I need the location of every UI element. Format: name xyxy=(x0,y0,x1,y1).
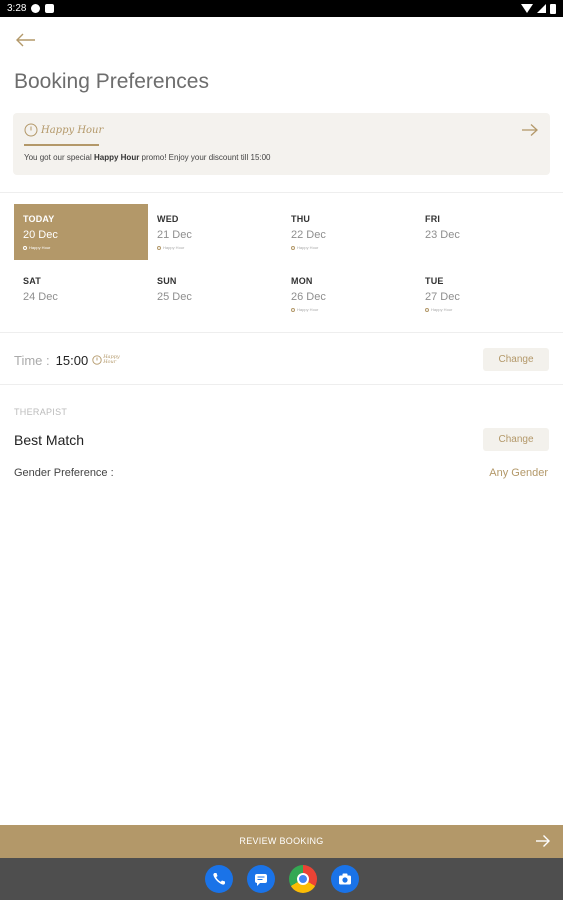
happy-hour-tag-label: Happy Hour xyxy=(297,307,319,312)
day-name: TODAY xyxy=(23,214,55,224)
happy-hour-mini-line2: Hour xyxy=(103,359,117,365)
therapist-section-label: THERAPIST xyxy=(14,407,68,417)
promo-badge: Happy Hour xyxy=(24,123,103,137)
happy-hour-tag: Happy Hour xyxy=(291,307,407,312)
promo-arrow-button[interactable] xyxy=(521,123,539,137)
day-date: 24 Dec xyxy=(23,291,58,303)
status-time: 3:28 xyxy=(7,3,27,14)
day-date: 22 Dec xyxy=(291,229,326,241)
day-date: 27 Dec xyxy=(425,291,460,303)
promo-underline xyxy=(24,144,99,146)
happy-hour-mini-text: Happy Hour xyxy=(103,355,120,365)
happy-hour-icon xyxy=(291,245,295,250)
happy-hour-tag: Happy Hour xyxy=(157,245,273,250)
day-date: 25 Dec xyxy=(157,291,192,303)
date-option-sat[interactable]: SAT 24 Dec xyxy=(14,266,148,322)
promo-text-bold: Happy Hour xyxy=(93,153,140,162)
time-value: 15:00 xyxy=(55,352,89,368)
divider xyxy=(0,384,563,385)
review-booking-label: REVIEW BOOKING xyxy=(239,836,324,846)
happy-hour-icon xyxy=(425,307,429,312)
promo-text-prefix: You got our special xyxy=(24,153,94,162)
happy-hour-tag-label: Happy Hour xyxy=(163,245,185,250)
notification-icon xyxy=(31,4,41,13)
date-option-wed[interactable]: WED 21 Dec Happy Hour xyxy=(148,204,282,260)
happy-hour-mini-badge: Happy Hour xyxy=(92,355,120,365)
time-row: Time : 15:00 Happy Hour xyxy=(14,348,549,372)
date-option-today[interactable]: TODAY 20 Dec Happy Hour xyxy=(14,204,148,260)
wifi-icon xyxy=(521,4,533,13)
messages-icon xyxy=(254,874,267,886)
day-name: FRI xyxy=(425,214,441,224)
signal-icon xyxy=(537,4,546,13)
review-booking-button[interactable]: REVIEW BOOKING xyxy=(0,825,563,858)
camera-icon xyxy=(338,873,351,885)
promo-text: You got our special Happy Hour promo! En… xyxy=(24,153,271,162)
happy-hour-icon xyxy=(157,245,161,250)
happy-hour-tag: Happy Hour xyxy=(291,245,407,250)
happy-hour-tag-label: Happy Hour xyxy=(297,245,319,250)
date-option-sun[interactable]: SUN 25 Dec xyxy=(148,266,282,322)
day-name: SAT xyxy=(23,276,41,286)
happy-hour-tag: Happy Hour xyxy=(23,245,139,250)
day-name: WED xyxy=(157,214,179,224)
phone-app-icon[interactable] xyxy=(204,865,233,893)
phone-icon xyxy=(212,873,225,885)
status-left: 3:28 xyxy=(7,3,55,14)
change-therapist-button[interactable]: Change xyxy=(483,428,549,451)
therapist-value: Best Match xyxy=(14,432,85,448)
day-name: THU xyxy=(291,214,311,224)
happy-hour-promo[interactable]: Happy Hour You got our special Happy Hou… xyxy=(13,113,550,175)
arrow-right-icon xyxy=(536,835,550,847)
day-name: SUN xyxy=(157,276,177,286)
messages-app-icon[interactable] xyxy=(246,865,275,893)
gender-preference-label: Gender Preference : xyxy=(14,467,114,479)
day-name: MON xyxy=(291,276,313,286)
date-option-tue[interactable]: TUE 27 Dec Happy Hour xyxy=(416,266,550,322)
status-bar: 3:28 xyxy=(0,0,563,17)
date-option-thu[interactable]: THU 22 Dec Happy Hour xyxy=(282,204,416,260)
status-right xyxy=(521,3,556,14)
change-time-button[interactable]: Change xyxy=(483,348,549,371)
happy-hour-icon xyxy=(23,245,27,250)
happy-hour-icon xyxy=(291,307,295,312)
back-button[interactable] xyxy=(14,30,38,50)
divider xyxy=(0,192,563,193)
camera-app-icon[interactable] xyxy=(330,865,359,893)
battery-icon xyxy=(550,3,556,14)
navigation-dock xyxy=(0,858,563,900)
arrow-right-icon xyxy=(522,124,538,136)
page-title: Booking Preferences xyxy=(14,70,209,93)
date-option-mon[interactable]: MON 26 Dec Happy Hour xyxy=(282,266,416,322)
day-date: 23 Dec xyxy=(425,229,460,241)
time-label: Time : xyxy=(14,352,50,368)
day-date: 26 Dec xyxy=(291,291,326,303)
happy-hour-tag-label: Happy Hour xyxy=(29,245,51,250)
arrow-left-icon xyxy=(16,33,35,47)
happy-hour-tag-label: Happy Hour xyxy=(431,307,453,312)
happy-hour-clock-icon xyxy=(92,355,102,365)
day-date: 21 Dec xyxy=(157,229,192,241)
promo-badge-label: Happy Hour xyxy=(41,124,104,136)
day-date: 20 Dec xyxy=(23,229,58,241)
divider xyxy=(0,332,563,333)
day-name: TUE xyxy=(425,276,444,286)
notification-icon-2 xyxy=(45,4,55,13)
happy-hour-clock-icon xyxy=(24,123,38,137)
gender-preference-value[interactable]: Any Gender xyxy=(489,467,548,479)
promo-text-suffix: promo! Enjoy your discount till 15:00 xyxy=(139,153,271,162)
chrome-icon xyxy=(296,873,309,885)
date-option-fri[interactable]: FRI 23 Dec xyxy=(416,204,550,260)
chrome-app-icon[interactable] xyxy=(288,865,317,893)
happy-hour-tag: Happy Hour xyxy=(425,307,541,312)
